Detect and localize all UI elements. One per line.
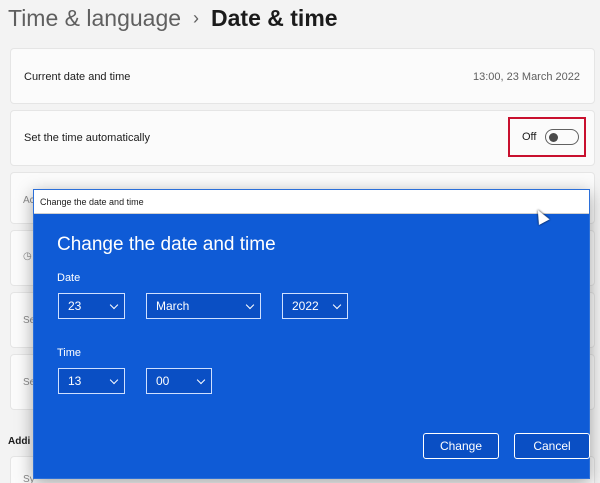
toggle-knob [549,133,559,142]
cancel-button[interactable]: Cancel [514,433,590,459]
change-datetime-dialog: Change the date and time Change the date… [33,189,590,479]
hour-dropdown[interactable]: 13 [58,368,125,394]
year-value: 2022 [292,299,319,313]
current-datetime-label: Current date and time [24,71,131,83]
auto-time-label: Set the time automatically [24,132,150,144]
day-dropdown[interactable]: 23 [58,293,125,319]
chevron-down-icon [245,300,255,309]
chevron-down-icon [109,300,119,309]
chevron-down-icon [196,375,206,384]
minute-dropdown[interactable]: 00 [146,368,212,394]
change-button[interactable]: Change [423,433,499,459]
auto-time-highlight: Off [508,117,586,157]
month-dropdown[interactable]: March [146,293,261,319]
year-dropdown[interactable]: 2022 [282,293,348,319]
chevron-down-icon [332,300,342,309]
dialog-heading: Change the date and time [57,234,276,255]
auto-time-toggle[interactable] [545,129,580,145]
minute-value: 00 [156,374,170,388]
breadcrumb: Time & language › Date & time [8,4,338,32]
date-label: Date [57,272,81,284]
page-title: Date & time [211,5,338,31]
auto-time-state-text: Off [522,131,537,143]
hour-value: 13 [68,374,82,388]
month-value: March [156,299,190,313]
dialog-titlebar[interactable]: Change the date and time [34,190,589,214]
time-label: Time [57,347,82,359]
chevron-right-icon: › [193,8,200,28]
dialog-window-title: Change the date and time [40,196,144,207]
day-value: 23 [68,299,82,313]
current-datetime-value: 13:00, 23 March 2022 [472,71,580,83]
clock-icon: ◷ [23,251,32,262]
breadcrumb-parent[interactable]: Time & language [8,4,181,32]
additional-settings-heading: Addi [8,436,31,447]
current-datetime-card: Current date and time 13:00, 23 March 20… [10,48,595,104]
chevron-down-icon [109,375,119,384]
